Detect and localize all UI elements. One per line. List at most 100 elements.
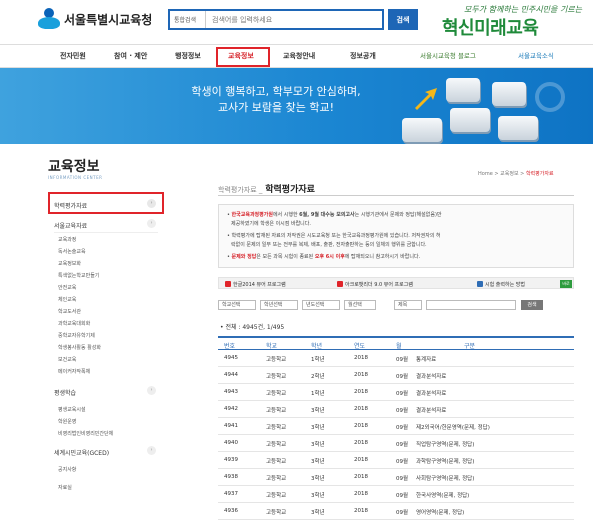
nav-item-participation[interactable]: 참여 · 제안 [114,51,147,61]
breadcrumb: Home > 교육정보 > 학력평가자료 [478,171,554,177]
table-cell[interactable]: 한국사영역(문제, 정답) [416,491,469,499]
table-cell[interactable]: 결과분석자료 [416,406,446,414]
search-scope-select[interactable]: 통합검색 [170,11,206,28]
hwp-viewer-button[interactable]: 한글2014 뷰어 프로그램 [225,280,286,288]
sidebar-subitem[interactable]: 메이커자작폭체 [58,368,90,375]
blog-link[interactable]: 서울시교육청 블로그 [420,50,476,60]
sidebar-item-gced[interactable]: 세계시민교육(GCED) [54,448,109,457]
table-row[interactable]: 4937 고등학교 3학년 2018 09월 한국사영역(문제, 정답) [218,486,574,503]
sidebar-subitem[interactable]: 평생교육시설 [58,406,86,413]
table-cell: 09월 [396,476,409,482]
table-cell[interactable]: 영어영역(문제, 정답) [416,508,464,516]
month-select[interactable]: 월선택 [344,300,376,310]
chevron-right-icon: › [147,446,156,455]
sidebar-item-assessment[interactable]: 학력평가자료 [54,201,87,210]
search-box: 통합검색 [168,9,384,30]
table-cell: 고등학교 [266,408,287,414]
table-row[interactable]: 4939 고등학교 3학년 2018 09월 과학탐구영역(문제, 정답) [218,452,574,469]
key-icon [446,78,480,102]
table-cell: 고등학교 [266,357,287,363]
table-cell[interactable]: 직업탐구영역(문제, 정답) [416,440,474,448]
col-month[interactable]: 월 [396,341,402,350]
table-cell[interactable]: 결과분석자료 [416,389,446,397]
table-cell: 3학년 [311,408,325,414]
sidebar-subitem[interactable]: 교육정보화 [58,260,81,267]
table-cell[interactable]: 사회탐구영역(문제, 정답) [416,474,474,482]
nav-highlight [216,47,270,67]
go-button[interactable]: 바로 [560,280,572,288]
table-row[interactable]: 4943 고등학교 1학년 2018 09월 결과분석자료 [218,384,574,401]
sidebar-item-seoul-materials[interactable]: 서울교육자료 [54,221,87,230]
nav-item-civil[interactable]: 전자민원 [60,51,86,61]
breadcrumb-home[interactable]: Home [478,171,493,177]
sidebar-item-lifelong[interactable]: 평생학습 [54,388,76,397]
year-select[interactable]: 년도선택 [302,300,340,310]
table-row[interactable]: 4945 고등학교 1학년 2018 09월 통계자료 [218,350,574,367]
breadcrumb-level1[interactable]: 교육정보 [500,171,518,177]
table-cell: 3학년 [311,510,325,516]
pdf-viewer-button[interactable]: 아크로뱃리더 9.0 뷰어 프로그램 [337,280,413,288]
nav-item-about[interactable]: 교육청안내 [283,51,315,61]
field-select[interactable]: 제목 [394,300,422,310]
nav-item-disclosure[interactable]: 정보공개 [350,51,376,61]
search-button[interactable]: 검색 [388,9,418,30]
sidebar-subitem[interactable]: 학교도서관 [58,308,81,315]
table-row[interactable]: 4940 고등학교 3학년 2018 09월 직업탐구영역(문제, 정답) [218,435,574,452]
logo-mark-icon [38,8,60,30]
sidebar-subitem[interactable]: 공지사항 [58,466,76,473]
table-cell: 4940 [224,440,238,446]
sidebar-subitem[interactable]: 자료실 [58,484,72,491]
col-year[interactable]: 연도 [354,341,365,350]
table-row[interactable]: 4938 고등학교 3학년 2018 09월 사회탐구영역(문제, 정답) [218,469,574,486]
sidebar-subitem[interactable]: 중학교자유학기제 [58,332,95,339]
table-cell[interactable]: 통계자료 [416,355,436,363]
sidebar-subitem[interactable]: 학생봉사활동 활성화 [58,344,101,351]
table-cell: 2018 [354,508,368,514]
table-cell[interactable]: 과학탐구영역(문제, 정답) [416,457,474,465]
title-divider [218,195,574,196]
sidebar-subitem[interactable]: 학원운영 [58,418,76,425]
col-school[interactable]: 학교 [266,341,277,350]
table-cell: 2학년 [311,374,325,380]
table-cell: 4944 [224,372,238,378]
keyword-input[interactable] [426,300,516,310]
table-row[interactable]: 4942 고등학교 3학년 2018 09월 결과분석자료 [218,401,574,418]
table-cell[interactable]: 제2외국어/한문영역(문제, 정답) [416,423,490,431]
logo-text: 서울특별시교육청 [64,12,153,27]
table-cell: 2018 [354,406,368,412]
page-title-main: 학력평가자료 [265,185,315,195]
sidebar-subitem[interactable]: 비영리법인비영리민간단체 [58,430,113,437]
school-select[interactable]: 학교선택 [218,300,256,310]
sidebar-subitem[interactable]: 체인교육 [58,296,76,303]
table-cell: 2018 [354,372,368,378]
col-type[interactable]: 구분 [464,341,475,350]
sidebar-subitem[interactable]: 교육과정 [58,236,76,243]
col-grade[interactable]: 학년 [311,341,322,350]
grade-select[interactable]: 학년선택 [260,300,298,310]
table-cell: 4941 [224,423,238,429]
col-number[interactable]: 번호 [224,341,235,350]
table-cell: 고등학교 [266,391,287,397]
nav-item-admin[interactable]: 행정정보 [175,51,201,61]
site-logo[interactable]: 서울특별시교육청 [38,8,152,30]
sidebar-subitem[interactable]: 과학교육대회화 [58,320,90,327]
table-row[interactable]: 4944 고등학교 2학년 2018 09월 결과분석자료 [218,367,574,384]
table-cell[interactable]: 결과분석자료 [416,372,446,380]
sidebar-subitem[interactable]: 독서논술교육 [58,248,86,255]
table-cell: 3학년 [311,425,325,431]
slogan-main: 혁신미래교육 [442,18,539,39]
table-cell: 고등학교 [266,459,287,465]
table-row[interactable]: 4936 고등학교 3학년 2018 09월 영어영역(문제, 정답) [218,503,574,520]
news-link[interactable]: 서울교육소식 [518,50,554,60]
main-nav: 전자민원 참여 · 제안 행정정보 교육정보 교육청안내 정보공개 서울시교육청… [0,44,593,68]
search-input[interactable] [206,11,382,28]
banner-text: 학생이 행복하고, 학부모가 안심하며, 교사가 보람을 찾는 학교! [168,84,384,116]
table-row[interactable]: 4941 고등학교 3학년 2018 09월 제2외국어/한문영역(문제, 정답) [218,418,574,435]
sidebar-subitem[interactable]: 특색없는학교만들기 [58,272,99,279]
table-cell: 09월 [396,510,409,516]
sidebar-subitem[interactable]: 보건교육 [58,356,76,363]
table-cell: 09월 [396,459,409,465]
sidebar-subitem[interactable]: 안전교육 [58,284,76,291]
filter-search-button[interactable]: 검색 [521,300,543,310]
print-guide-button[interactable]: 시험 출력하는 방법 [477,280,525,288]
